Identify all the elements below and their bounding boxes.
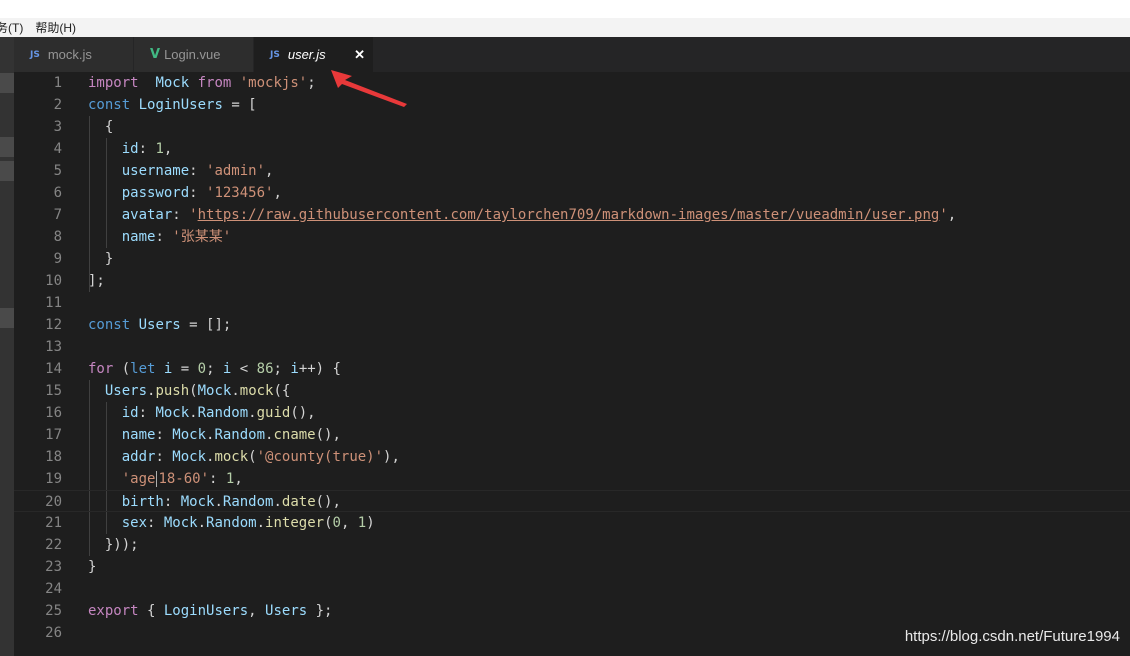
annotation-arrow-icon (331, 70, 407, 107)
watermark: https://blog.csdn.net/Future1994 (904, 628, 1120, 645)
